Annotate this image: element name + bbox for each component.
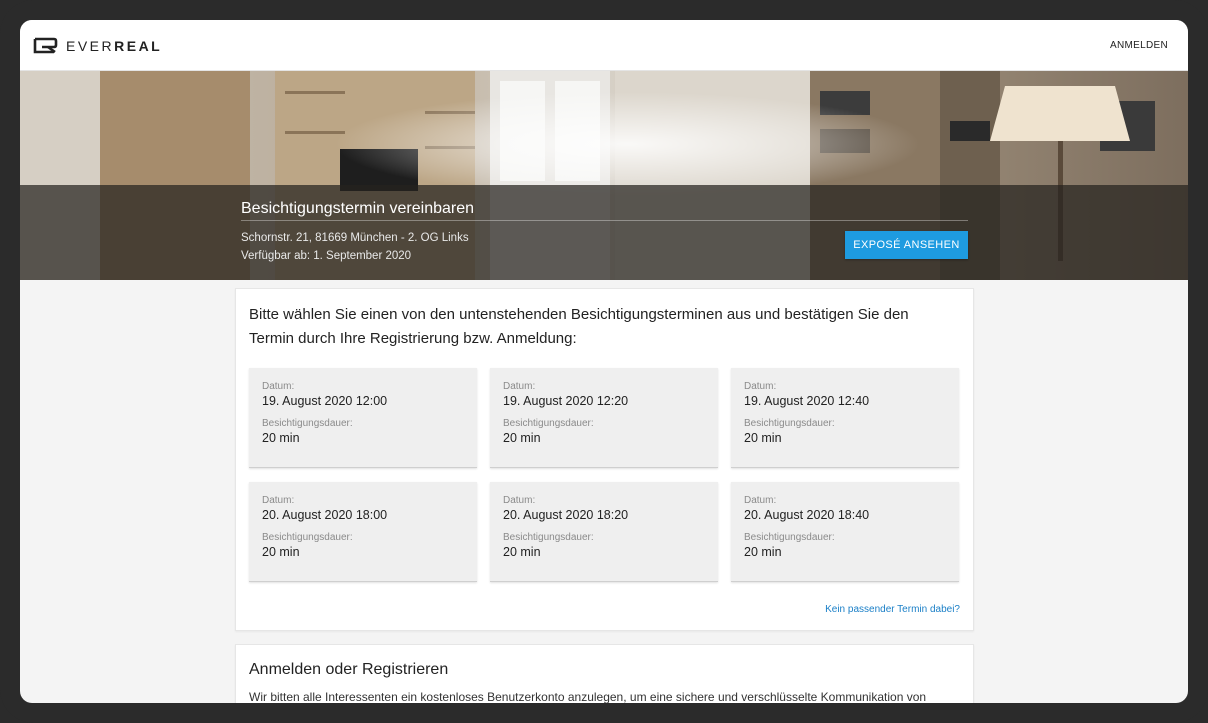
date-label: Datum: (744, 381, 777, 392)
login-register-card: Anmelden oder Registrieren Wir bitten al… (235, 644, 974, 703)
appointment-date: 20. August 2020 18:40 (744, 508, 870, 522)
login-link[interactable]: ANMELDEN (1110, 40, 1168, 51)
availability-date: Verfügbar ab: 1. September 2020 (241, 250, 412, 262)
appointment-slot[interactable]: Datum: 20. August 2020 18:00 Besichtigun… (249, 482, 477, 582)
view-expose-button[interactable]: EXPOSÉ ANSEHEN (845, 231, 968, 259)
duration-label: Besichtigungsdauer: (503, 532, 594, 543)
duration-label: Besichtigungsdauer: (744, 418, 835, 429)
appointment-slot[interactable]: Datum: 19. August 2020 12:40 Besichtigun… (731, 368, 959, 468)
everreal-logo[interactable]: EVERREAL (33, 37, 162, 54)
appointment-date: 19. August 2020 12:40 (744, 394, 870, 408)
appointment-slot[interactable]: Datum: 20. August 2020 18:20 Besichtigun… (490, 482, 718, 582)
browser-viewport: EVERREAL ANMELDEN Besichtigungstermin ve… (20, 20, 1188, 703)
appointment-slot[interactable]: Datum: 19. August 2020 12:20 Besichtigun… (490, 368, 718, 468)
date-label: Datum: (503, 495, 536, 506)
appointment-duration: 20 min (744, 431, 782, 445)
date-label: Datum: (744, 495, 777, 506)
appointment-selection-card: Bitte wählen Sie einen von den untensteh… (235, 288, 974, 631)
device-frame: EVERREAL ANMELDEN Besichtigungstermin ve… (0, 0, 1208, 723)
duration-label: Besichtigungsdauer: (744, 532, 835, 543)
appointment-duration: 20 min (262, 545, 300, 559)
appointment-instructions: Bitte wählen Sie einen von den untensteh… (249, 306, 909, 347)
appointment-duration: 20 min (503, 545, 541, 559)
appointment-duration: 20 min (262, 431, 300, 445)
appointment-date: 20. August 2020 18:00 (262, 508, 388, 522)
section-description: Wir bitten alle Interessenten ein kosten… (249, 690, 927, 703)
duration-label: Besichtigungsdauer: (503, 418, 594, 429)
section-title: Anmelden oder Registrieren (249, 661, 449, 678)
everreal-logo-icon (33, 37, 58, 54)
appointment-date: 20. August 2020 18:20 (503, 508, 629, 522)
title-divider (241, 220, 968, 221)
date-label: Datum: (503, 381, 536, 392)
property-address: Schornstr. 21, 81669 München - 2. OG Lin… (241, 232, 469, 244)
appointment-duration: 20 min (744, 545, 782, 559)
appointment-date: 19. August 2020 12:00 (262, 394, 388, 408)
hero-info-overlay (20, 185, 1188, 280)
appointment-duration: 20 min (503, 431, 541, 445)
duration-label: Besichtigungsdauer: (262, 418, 353, 429)
no-matching-appointment-link[interactable]: Kein passender Termin dabei? (825, 604, 960, 615)
logo-wordmark: EVERREAL (66, 37, 163, 54)
appointment-slot[interactable]: Datum: 20. August 2020 18:40 Besichtigun… (731, 482, 959, 582)
page-title: Besichtigungstermin vereinbaren (241, 200, 475, 217)
appointment-slot[interactable]: Datum: 19. August 2020 12:00 Besichtigun… (249, 368, 477, 468)
top-navigation-bar: EVERREAL ANMELDEN (20, 20, 1188, 71)
date-label: Datum: (262, 495, 295, 506)
hero-banner: Besichtigungstermin vereinbaren Schornst… (20, 71, 1188, 280)
appointment-date: 19. August 2020 12:20 (503, 394, 629, 408)
duration-label: Besichtigungsdauer: (262, 532, 353, 543)
date-label: Datum: (262, 381, 295, 392)
